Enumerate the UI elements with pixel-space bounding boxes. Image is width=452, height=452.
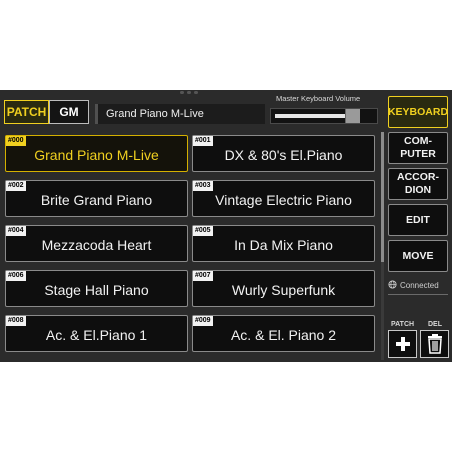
edit-button[interactable]: EDIT [388, 204, 448, 236]
accordion-button[interactable]: ACCOR- DION [388, 168, 448, 200]
patch-tile[interactable]: #008 Ac. & El.Piano 1 [5, 315, 188, 352]
keyboard-panel: PATCH GM Grand Piano M-Live Master Keybo… [0, 90, 452, 362]
connection-status-text: Connected [400, 280, 439, 290]
patch-name: Stage Hall Piano [44, 281, 149, 298]
trash-icon [427, 334, 442, 354]
patch-tile[interactable]: #007 Wurly Superfunk [192, 270, 375, 307]
patch-tile[interactable]: #000 Grand Piano M-Live [5, 135, 188, 172]
delete-patch-button[interactable] [420, 330, 449, 358]
selected-patch-name: Grand Piano M-Live [95, 104, 265, 124]
top-bar: PATCH GM Grand Piano M-Live Master Keybo… [0, 94, 384, 124]
patch-scrollbar[interactable] [381, 132, 384, 360]
accordion-label-1: ACCOR- [397, 171, 439, 183]
patch-name: Ac. & El.Piano 1 [45, 326, 148, 343]
patch-add-label: PATCH [391, 321, 415, 328]
patch-tile[interactable]: #002 Brite Grand Piano [5, 180, 188, 217]
patch-name: Wurly Superfunk [231, 281, 336, 298]
patch-name: Grand Piano M-Live [34, 146, 159, 163]
computer-label-2: PUTER [400, 148, 436, 160]
computer-button[interactable]: COM- PUTER [388, 132, 448, 164]
patch-name: Brite Grand Piano [40, 191, 153, 208]
patch-name: Ac. & El. Piano 2 [230, 326, 337, 343]
patch-name: In Da Mix Piano [234, 236, 333, 253]
delete-label: DEL [428, 321, 442, 328]
patch-name: Mezzacoda Heart [41, 236, 152, 253]
volume-label: Master Keyboard Volume [276, 94, 361, 103]
status-divider [388, 294, 448, 295]
patch-tile[interactable]: #004 Mezzacoda Heart [5, 225, 188, 262]
volume-fill [275, 114, 347, 118]
computer-label-1: COM- [404, 135, 432, 147]
patch-name: Vintage Electric Piano [215, 191, 352, 208]
globe-icon [388, 279, 397, 291]
gm-toggle[interactable]: GM [49, 100, 89, 124]
patch-tile[interactable]: #003 Vintage Electric Piano [192, 180, 375, 217]
patch-name: DX & 80's El.Piano [224, 146, 343, 163]
patch-tile[interactable]: #006 Stage Hall Piano [5, 270, 188, 307]
keyboard-button[interactable]: KEYBOARD [388, 96, 448, 128]
volume-slider[interactable] [270, 108, 378, 124]
volume-knob[interactable] [345, 109, 360, 123]
scrollbar-thumb[interactable] [381, 132, 384, 262]
accordion-label-2: DION [404, 184, 432, 196]
connection-status: Connected [388, 277, 448, 293]
patch-tile[interactable]: #005 In Da Mix Piano [192, 225, 375, 262]
patch-tile[interactable]: #009 Ac. & El. Piano 2 [192, 315, 375, 352]
move-button[interactable]: MOVE [388, 240, 448, 272]
plus-icon [395, 337, 410, 351]
add-patch-button[interactable] [388, 330, 417, 358]
patch-toggle[interactable]: PATCH [4, 100, 49, 124]
patch-tile[interactable]: #001 DX & 80's El.Piano [192, 135, 375, 172]
